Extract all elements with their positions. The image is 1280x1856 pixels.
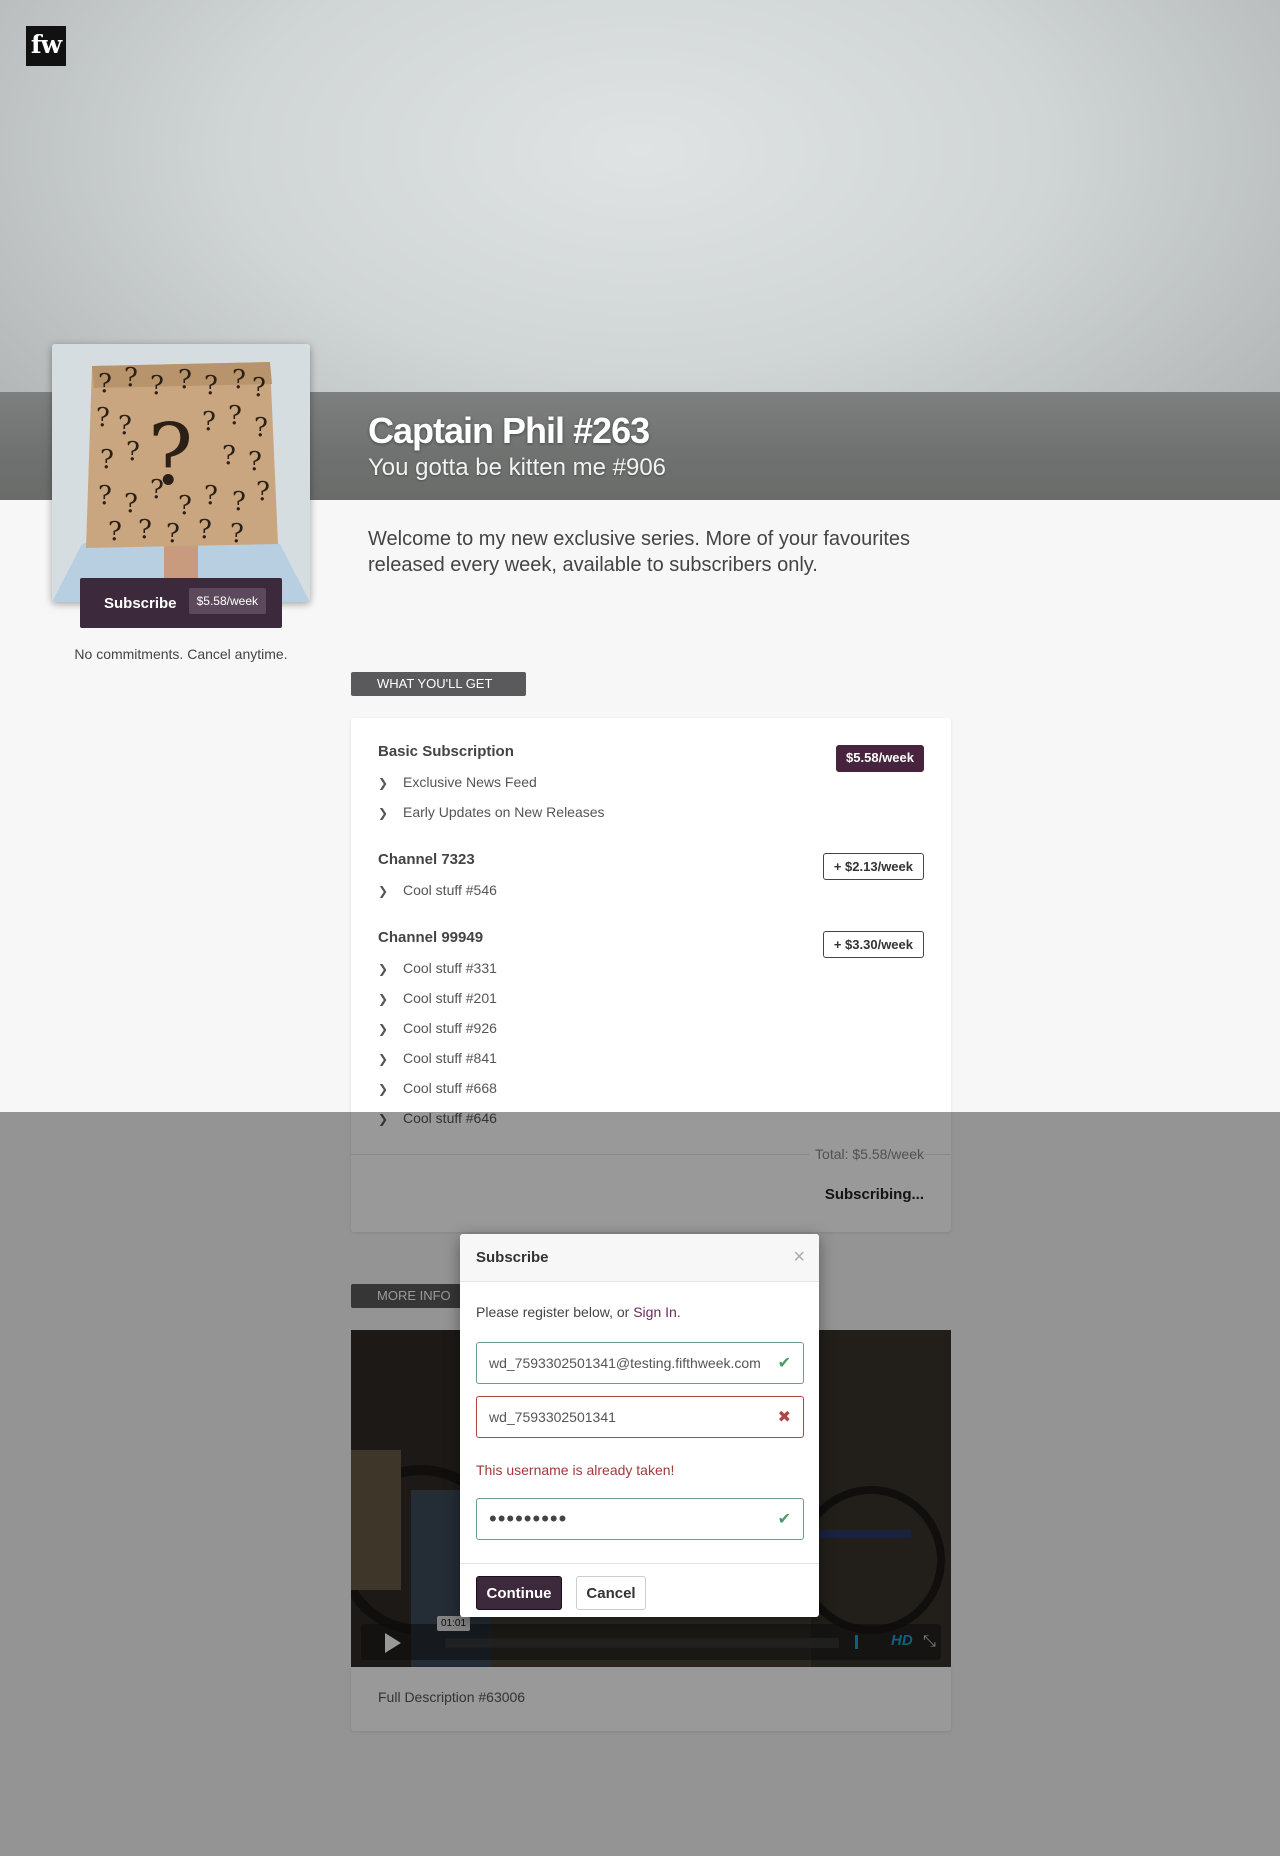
tier-name: Channel 7323 [378, 851, 475, 868]
svg-text:?: ? [222, 441, 236, 471]
email-field[interactable]: ✔ [476, 1342, 804, 1384]
feature-item: ❯ Cool stuff #668 [378, 1080, 497, 1096]
feature-item: ❯ Cool stuff #201 [378, 990, 497, 1006]
svg-text:?: ? [98, 481, 112, 511]
username-error: This username is already taken! [476, 1462, 675, 1478]
check-icon: ✔ [777, 1355, 791, 1372]
email-input[interactable] [489, 1343, 769, 1383]
svg-text:?: ? [248, 447, 262, 477]
subscribe-button[interactable]: Subscribe $5.58/week [80, 578, 282, 628]
svg-text:?: ? [228, 401, 242, 431]
chevron-right-icon: ❯ [378, 1052, 389, 1066]
register-note: Please register below, or Sign In. [476, 1304, 681, 1320]
svg-text:?: ? [254, 413, 268, 443]
svg-text:?: ? [98, 369, 112, 399]
password-input[interactable] [489, 1499, 769, 1539]
cancel-button[interactable]: Cancel [576, 1576, 646, 1610]
divider [460, 1563, 819, 1564]
svg-text:?: ? [166, 519, 180, 549]
svg-text:?: ? [96, 403, 110, 433]
password-field[interactable]: ✔ [476, 1498, 804, 1540]
series-intro: Welcome to my new exclusive series. More… [368, 528, 911, 576]
svg-text:?: ? [126, 437, 140, 467]
svg-text:?: ? [178, 365, 192, 395]
feature-item: ❯ Cool stuff #546 [378, 882, 497, 898]
add-channel-7323-button[interactable]: + $2.13/week [822, 853, 924, 880]
feature-item: ❯ Exclusive News Feed [378, 774, 537, 790]
svg-text:?: ? [108, 517, 122, 547]
sign-in-link[interactable]: Sign In [633, 1304, 677, 1320]
svg-text:?: ? [100, 445, 114, 475]
username-field[interactable]: ✖ [476, 1396, 804, 1438]
tier-name: Channel 99949 [378, 929, 484, 946]
modal-title: Subscribe [476, 1249, 549, 1266]
svg-text:?: ? [150, 371, 164, 401]
svg-text:?: ? [124, 363, 138, 393]
subscribe-label: Subscribe [104, 594, 177, 612]
continue-button[interactable]: Continue [476, 1576, 562, 1610]
modal-header: Subscribe × [460, 1234, 819, 1282]
svg-text:?: ? [202, 407, 216, 437]
cross-icon: ✖ [777, 1409, 791, 1426]
paper-bag-head-image: ???? ??? ????? ???? ???? ??? ????? ? [52, 344, 310, 602]
svg-text:?: ? [148, 406, 193, 504]
feature-item: ❯ Cool stuff #926 [378, 1020, 497, 1036]
svg-text:?: ? [256, 477, 270, 507]
svg-text:?: ? [198, 515, 212, 545]
feature-item: ❯ Cool stuff #331 [378, 960, 497, 976]
svg-text:?: ? [230, 519, 244, 549]
fw-logo[interactable]: fw [26, 26, 66, 66]
chevron-right-icon: ❯ [378, 806, 389, 820]
no-commitments-note: No commitments. Cancel anytime. [74, 646, 288, 662]
check-icon: ✔ [777, 1511, 791, 1528]
svg-text:?: ? [232, 487, 246, 517]
chevron-right-icon: ❯ [378, 992, 389, 1006]
page-title: Captain Phil #263 [368, 410, 650, 451]
chevron-right-icon: ❯ [378, 1022, 389, 1036]
creator-avatar: ???? ??? ????? ???? ???? ??? ????? ? [52, 344, 310, 602]
chevron-right-icon: ❯ [378, 1082, 389, 1096]
tier-name: Basic Subscription [378, 743, 514, 760]
svg-text:?: ? [124, 489, 138, 519]
feature-item: ❯ Cool stuff #841 [378, 1050, 497, 1066]
svg-text:?: ? [204, 371, 218, 401]
chevron-right-icon: ❯ [378, 776, 389, 790]
chevron-right-icon: ❯ [378, 884, 389, 898]
svg-text:?: ? [138, 515, 152, 545]
username-input[interactable] [489, 1397, 769, 1437]
svg-text:?: ? [204, 481, 218, 511]
page-subtitle: You gotta be kitten me #906 [368, 454, 667, 481]
add-channel-99949-button[interactable]: + $3.30/week [822, 931, 924, 958]
tier-price-badge: $5.58/week [836, 745, 924, 772]
svg-text:?: ? [232, 365, 246, 395]
subscribe-price-badge: $5.58/week [188, 588, 266, 614]
svg-text:?: ? [252, 373, 266, 403]
subscribe-modal: Subscribe × Please register below, or Si… [460, 1234, 819, 1617]
feature-item: ❯ Early Updates on New Releases [378, 804, 605, 820]
chevron-right-icon: ❯ [378, 962, 389, 976]
close-icon[interactable]: × [793, 1246, 805, 1269]
what-youll-get-tag: WHAT YOU'LL GET [351, 672, 526, 696]
